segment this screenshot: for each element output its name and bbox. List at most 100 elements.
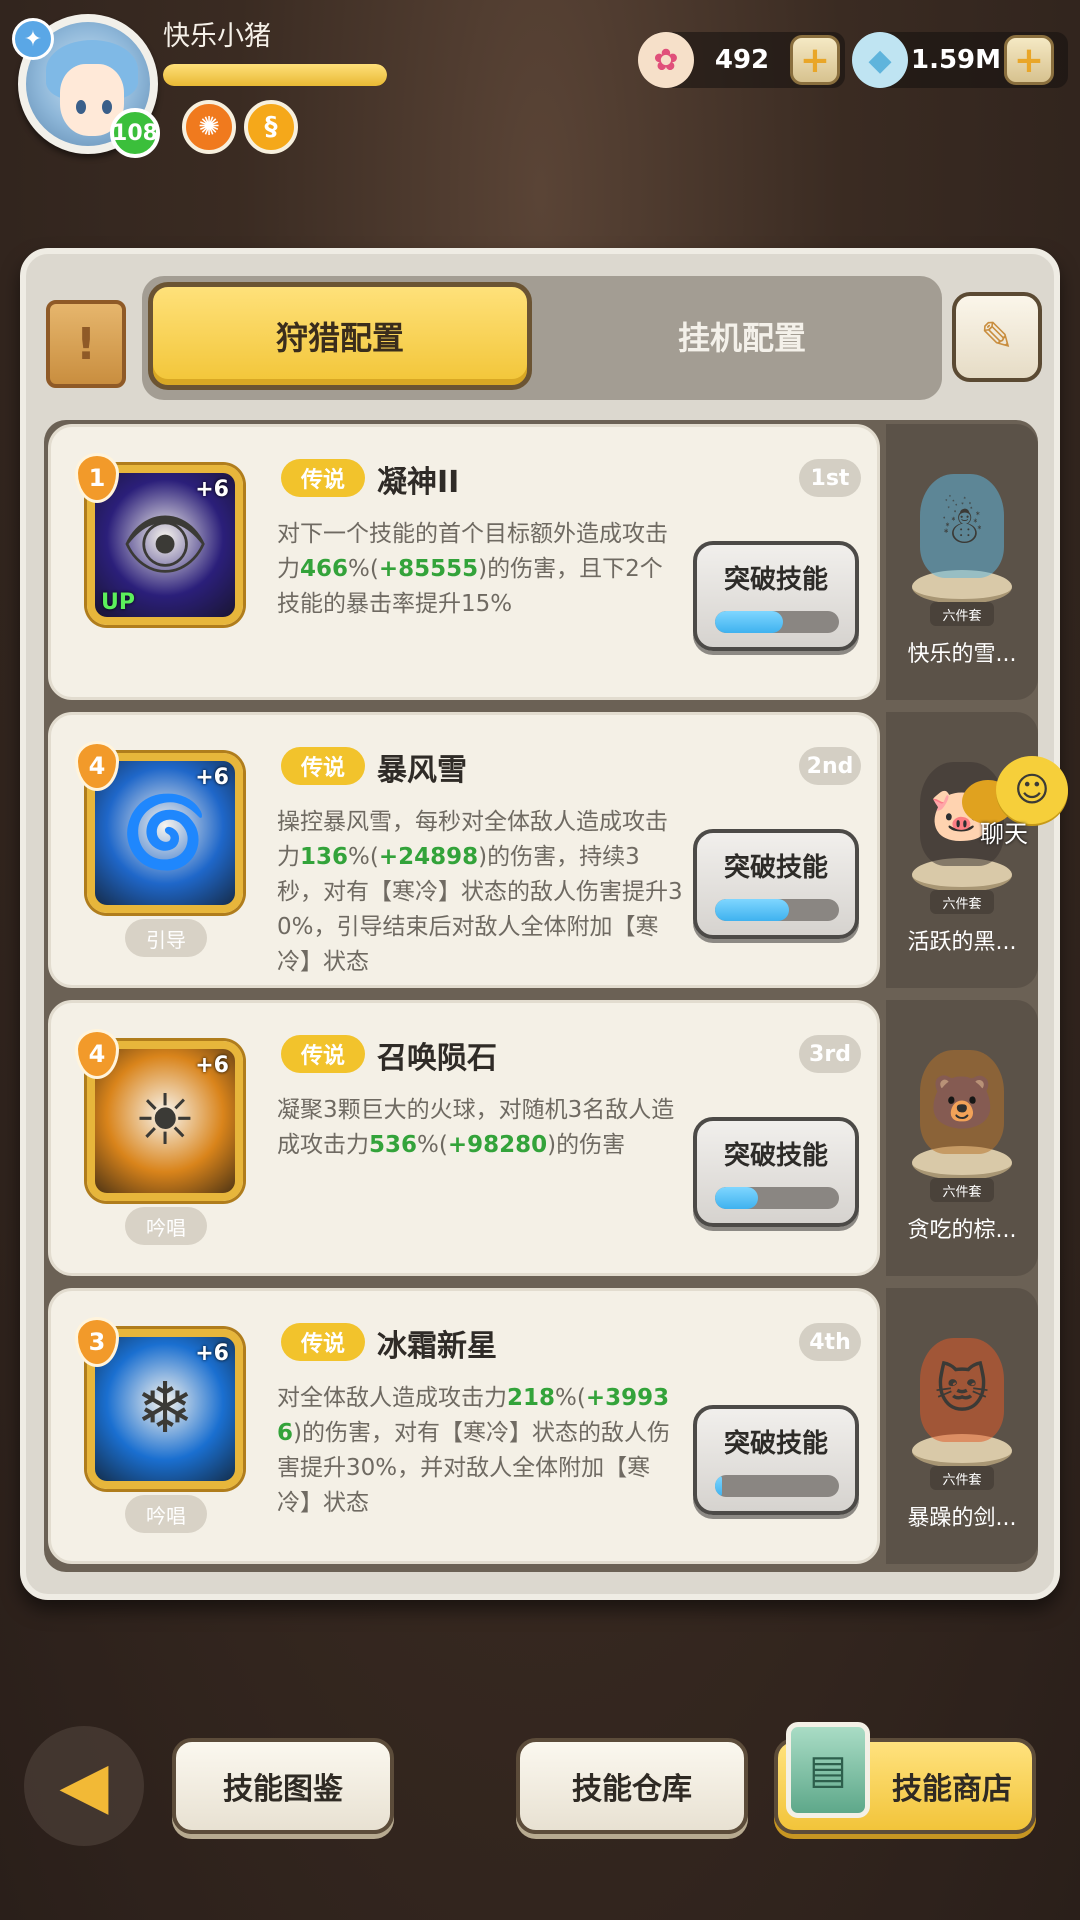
add-crystal-button[interactable]: + [1004, 35, 1054, 85]
pet-name: 暴躁的剑... [907, 1506, 1017, 1531]
tab-idle-config[interactable]: 挂机配置 [562, 282, 922, 390]
skill-glyph-icon: 👁 [120, 503, 210, 585]
pet-slot[interactable]: ☃ 六件套 快乐的雪... [886, 424, 1038, 700]
tab-hunt-config[interactable]: 狩猎配置 [148, 282, 532, 390]
desc-segment: +98280 [447, 1132, 548, 1158]
cast-type-tag: 吟唱 [125, 1495, 207, 1533]
shell-gem-icon: ✿ [638, 32, 694, 88]
skill-name: 暴风雪 [377, 753, 467, 788]
skill-glyph-icon: ❄ [135, 1367, 195, 1449]
skill-codex-button[interactable]: 技能图鉴 [172, 1738, 394, 1834]
breakthrough-label: 突破技能 [723, 853, 828, 883]
breakthrough-progress [715, 1475, 839, 1497]
skill-row: 👁 +6 UP 1 传说 凝神II 1st 对下一个技能的首个目标额外造成攻击力… [44, 424, 1038, 700]
desc-segment: )的伤害，对有【寒冷】状态的敌人伤害提升30%，并对敌人全体附加【寒冷】状态 [277, 1420, 670, 1516]
chat-label: 聊天 [980, 820, 1028, 848]
desc-segment: +85555 [378, 556, 479, 582]
desc-segment: 136 [300, 844, 349, 870]
skill-row: ☀ +6 4 吟唱 传说 召唤陨石 3rd 凝聚3颗巨大的火球，对随机3名敌人造… [44, 1000, 1038, 1276]
player-avatar[interactable]: ✦ 108 [12, 14, 160, 158]
currency-crystal: ◆ 1.59M + [852, 32, 1068, 88]
pet-slot[interactable]: 🐱 六件套 暴躁的剑... [886, 1288, 1038, 1564]
currency-value: 1.59M [910, 45, 1002, 75]
rank-tag: 1st [799, 459, 861, 497]
up-tag: UP [101, 590, 135, 615]
share-config-button[interactable]: ✎ [952, 292, 1042, 382]
back-arrow-icon: ◀ [59, 1749, 109, 1823]
breakthrough-progress [715, 899, 839, 921]
desc-segment: )的伤害 [547, 1132, 626, 1158]
pet-name: 活跃的黑... [907, 930, 1017, 955]
fire-buff-icon[interactable]: ✺ [182, 100, 236, 154]
skill-plus-level: +6 [195, 477, 229, 502]
desc-segment: %( [348, 556, 379, 582]
skill-storage-button[interactable]: 技能仓库 [516, 1738, 748, 1834]
rarity-tag: 传说 [281, 1323, 365, 1361]
currency-value: 492 [714, 45, 770, 75]
exp-bar [163, 64, 387, 86]
star-badge-icon: ✦ [12, 18, 54, 60]
desc-segment: %( [555, 1385, 586, 1411]
skill-list[interactable]: 👁 +6 UP 1 传说 凝神II 1st 对下一个技能的首个目标额外造成攻击力… [44, 420, 1038, 1572]
breakthrough-button[interactable]: 突破技能 [693, 1405, 859, 1515]
pet-set-tag: 六件套 [930, 1178, 994, 1202]
desc-segment: %( [417, 1132, 448, 1158]
breakthrough-label: 突破技能 [723, 565, 828, 595]
skill-name: 凝神II [377, 465, 460, 500]
breakthrough-button[interactable]: 突破技能 [693, 829, 859, 939]
pet-slot[interactable]: 🐻 六件套 贪吃的棕... [886, 1000, 1038, 1276]
scroll-info-icon[interactable]: ! [46, 300, 126, 388]
pet-figure-icon: 🐱 [920, 1338, 1004, 1442]
breakthrough-progress [715, 611, 839, 633]
crystal-icon: ◆ [852, 32, 908, 88]
skill-name: 召唤陨石 [377, 1041, 497, 1076]
rarity-tag: 传说 [281, 459, 365, 497]
rank-tag: 3rd [799, 1035, 861, 1073]
skill-glyph-icon: 🌀 [121, 791, 209, 873]
desc-segment: 218 [507, 1385, 556, 1411]
skill-plus-level: +6 [195, 765, 229, 790]
pet-set-tag: 六件套 [930, 602, 994, 626]
breakthrough-label: 突破技能 [723, 1141, 828, 1171]
skill-plus-level: +6 [195, 1341, 229, 1366]
skill-name: 冰霜新星 [377, 1329, 497, 1364]
chat-button[interactable]: ☺ 聊天 [962, 750, 1072, 860]
skill-row: ❄ +6 3 吟唱 传说 冰霜新星 4th 对全体敌人造成攻击力218%(+39… [44, 1288, 1038, 1564]
skill-card[interactable]: ☀ +6 4 吟唱 传说 召唤陨石 3rd 凝聚3颗巨大的火球，对随机3名敌人造… [48, 1000, 880, 1276]
skill-description: 操控暴风雪，每秒对全体敌人造成攻击力136%(+24898)的伤害，持续3秒，对… [277, 805, 683, 980]
pet-set-tag: 六件套 [930, 890, 994, 914]
pet-set-tag: 六件套 [930, 1466, 994, 1490]
skill-card[interactable]: 🌀 +6 4 引导 传说 暴风雪 2nd 操控暴风雪，每秒对全体敌人造成攻击力1… [48, 712, 880, 988]
pet-figure-icon: ☃ [920, 474, 1004, 578]
desc-segment: +24898 [378, 844, 479, 870]
add-shell-button[interactable]: + [790, 35, 840, 85]
breakthrough-button[interactable]: 突破技能 [693, 1117, 859, 1227]
rank-tag: 4th [799, 1323, 861, 1361]
rank-tag: 2nd [799, 747, 861, 785]
skill-description: 对全体敌人造成攻击力218%(+39936)的伤害，对有【寒冷】状态的敌人伤害提… [277, 1381, 683, 1521]
skill-glyph-icon: ☀ [133, 1079, 197, 1161]
pet-name: 贪吃的棕... [907, 1218, 1017, 1243]
pet-figure-icon: 🐻 [920, 1050, 1004, 1154]
skill-row: 🌀 +6 4 引导 传说 暴风雪 2nd 操控暴风雪，每秒对全体敌人造成攻击力1… [44, 712, 1038, 988]
level-badge: 108 [110, 108, 160, 158]
breakthrough-progress [715, 1187, 839, 1209]
rarity-tag: 传说 [281, 747, 365, 785]
breakthrough-button[interactable]: 突破技能 [693, 541, 859, 651]
skill-card[interactable]: ❄ +6 3 吟唱 传说 冰霜新星 4th 对全体敌人造成攻击力218%(+39… [48, 1288, 880, 1564]
desc-segment: 536 [369, 1132, 418, 1158]
skill-config-panel: ! 狩猎配置 挂机配置 ✎ 👁 +6 UP 1 传说 凝神II 1st 对下一个… [20, 248, 1060, 1600]
desc-segment: 466 [300, 556, 349, 582]
shop-stall-icon: ▤ [786, 1722, 870, 1818]
desc-segment: %( [348, 844, 379, 870]
skill-description: 凝聚3颗巨大的火球，对随机3名敌人造成攻击力536%(+98280)的伤害 [277, 1093, 683, 1163]
skill-card[interactable]: 👁 +6 UP 1 传说 凝神II 1st 对下一个技能的首个目标额外造成攻击力… [48, 424, 880, 700]
pet-name: 快乐的雪... [907, 642, 1017, 667]
swirl-buff-icon[interactable]: § [244, 100, 298, 154]
player-name: 快乐小猪 [163, 21, 271, 52]
desc-segment: 对全体敌人造成攻击力 [277, 1385, 507, 1411]
cast-type-tag: 引导 [125, 919, 207, 957]
back-button[interactable]: ◀ [24, 1726, 144, 1846]
cast-type-tag: 吟唱 [125, 1207, 207, 1245]
skill-plus-level: +6 [195, 1053, 229, 1078]
